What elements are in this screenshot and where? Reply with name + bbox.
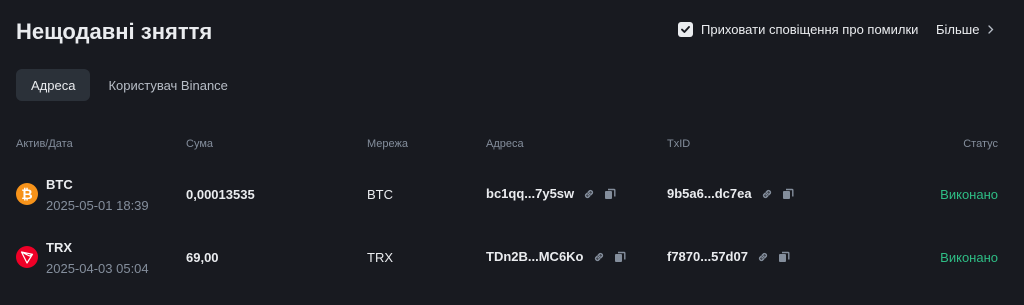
link-icon[interactable] (583, 188, 595, 200)
hide-errors-toggle[interactable]: Приховати сповіщення про помилки (678, 22, 918, 37)
table-row: ₿ BTC 2025-05-01 18:39 0,00013535 BTC bc… (0, 169, 1024, 219)
column-header-network: Мережа (367, 138, 408, 150)
address-cell: TDn2B...MC6Ko (486, 249, 626, 264)
asset-name: BTC (46, 177, 73, 192)
tab-bar: Адреса Користувач Binance (16, 69, 243, 101)
address-value: bc1qq...7y5sw (486, 186, 575, 201)
column-header-amount: Сума (186, 138, 214, 150)
more-link[interactable]: Більше (936, 22, 994, 37)
txid-cell: f7870...57d07 (667, 249, 790, 264)
network: TRX (367, 250, 393, 265)
asset-name: TRX (46, 240, 72, 255)
checkbox-checked-icon[interactable] (678, 22, 693, 37)
txid-value: 9b5a6...dc7ea (667, 186, 752, 201)
txid-value: f7870...57d07 (667, 249, 748, 264)
txid-cell: 9b5a6...dc7ea (667, 186, 794, 201)
address-value: TDn2B...MC6Ko (486, 249, 584, 264)
table-row: TRX 2025-04-03 05:04 69,00 TRX TDn2B...M… (0, 232, 1024, 282)
tab-address[interactable]: Адреса (16, 69, 91, 101)
asset-date: 2025-05-01 18:39 (46, 198, 149, 213)
amount: 69,00 (186, 250, 219, 265)
chevron-right-icon (988, 25, 994, 34)
svg-text:₿: ₿ (21, 187, 32, 203)
status-badge: Виконано (940, 250, 998, 265)
copy-icon[interactable] (778, 251, 790, 263)
more-label: Більше (936, 22, 980, 37)
address-cell: bc1qq...7y5sw (486, 186, 616, 201)
column-header-asset-date: Актив/Дата (16, 138, 73, 150)
link-icon[interactable] (593, 251, 605, 263)
status-badge: Виконано (940, 187, 998, 202)
copy-icon[interactable] (782, 188, 794, 200)
copy-icon[interactable] (614, 251, 626, 263)
tron-icon (16, 246, 38, 268)
bitcoin-icon: ₿ (16, 183, 38, 205)
hide-errors-label: Приховати сповіщення про помилки (701, 22, 919, 37)
amount: 0,00013535 (186, 187, 255, 202)
asset-date: 2025-04-03 05:04 (46, 261, 149, 276)
column-header-address: Адреса (486, 138, 524, 150)
page-title: Нещодавні зняття (16, 19, 213, 44)
copy-icon[interactable] (604, 188, 616, 200)
link-icon[interactable] (761, 188, 773, 200)
network: BTC (367, 187, 393, 202)
column-header-status: Статус (963, 138, 998, 150)
link-icon[interactable] (757, 251, 769, 263)
column-header-txid: TxID (667, 138, 691, 150)
tab-binance-user[interactable]: Користувач Binance (93, 69, 242, 101)
